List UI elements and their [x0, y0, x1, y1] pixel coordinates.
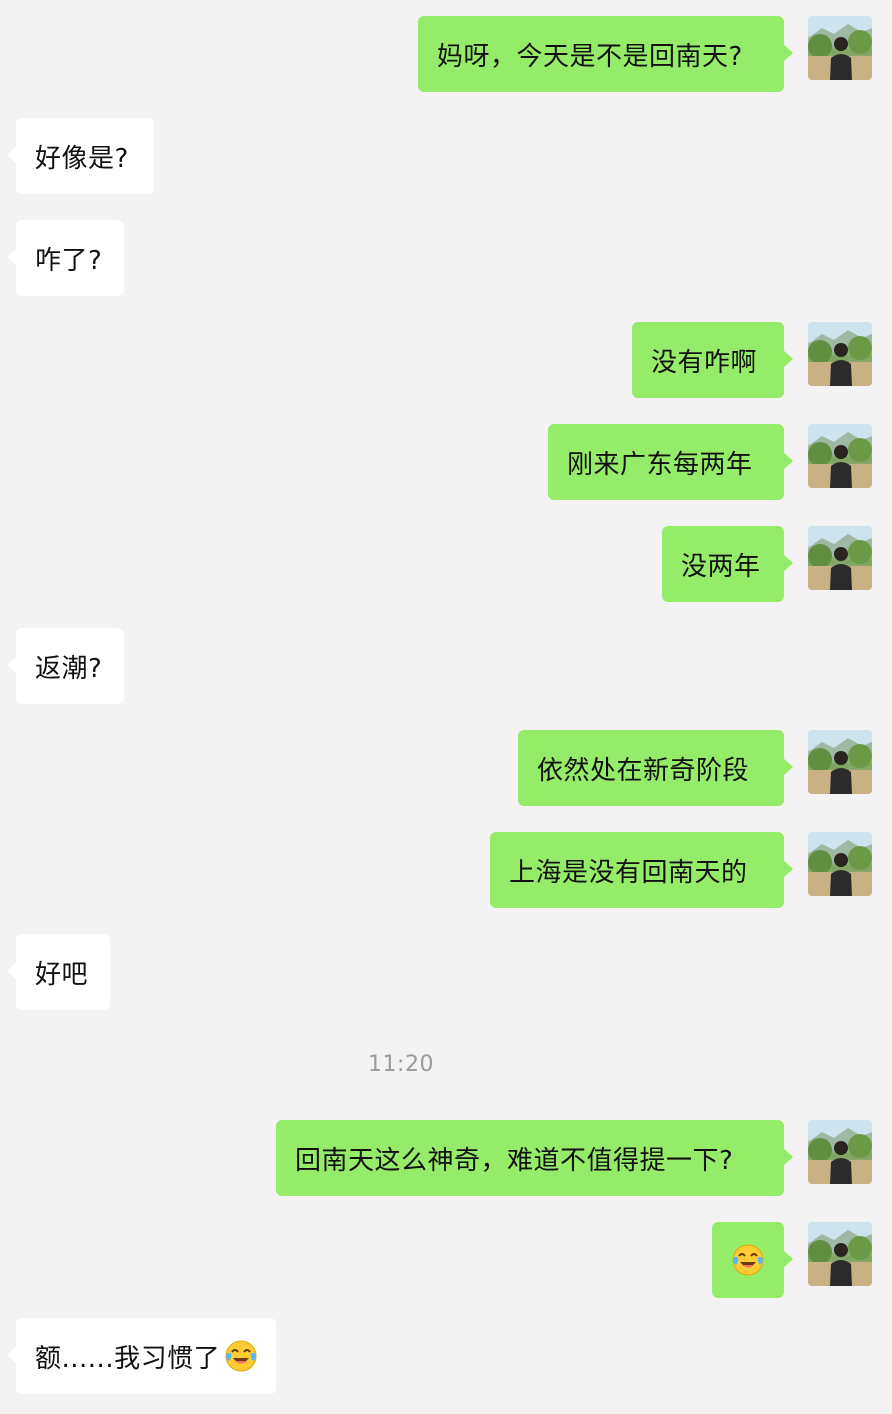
message-row: 刚来广东每两年	[0, 424, 892, 500]
message-text: 上海是没有回南天的	[509, 857, 748, 888]
avatar[interactable]	[808, 832, 872, 896]
avatar-image	[808, 832, 872, 896]
message-text: 额......我习惯了	[35, 1343, 221, 1374]
avatar[interactable]	[808, 730, 872, 794]
message-bubble-sent[interactable]: 没两年	[662, 526, 793, 602]
avatar[interactable]	[808, 1120, 872, 1184]
message-bubble-sent[interactable]: 妈呀，今天是不是回南天?	[418, 16, 793, 92]
avatar-image	[808, 424, 872, 488]
avatar[interactable]	[808, 322, 872, 386]
message-bubble-received[interactable]: 咋了?	[7, 220, 124, 296]
message-bubble-received[interactable]: 额......我习惯了	[7, 1318, 276, 1394]
chat-screen: { "messages": [ {"side": "me", "text": "…	[0, 0, 892, 1414]
message-row: 没有咋啊	[0, 322, 892, 398]
message-bubble-received[interactable]: 好吧	[7, 934, 110, 1010]
avatar[interactable]	[808, 424, 872, 488]
message-text: 妈呀，今天是不是回南天?	[437, 41, 743, 72]
avatar[interactable]	[808, 16, 872, 80]
message-text: 没两年	[681, 551, 761, 582]
message-text: 依然处在新奇阶段	[537, 755, 750, 786]
message-bubble-sent[interactable]: 依然处在新奇阶段	[518, 730, 793, 806]
message-bubble-sent[interactable]: 没有咋啊	[632, 322, 793, 398]
message-text: 刚来广东每两年	[567, 449, 753, 480]
avatar-image	[808, 730, 872, 794]
message-text: 没有咋啊	[651, 347, 758, 378]
avatar-image	[808, 1222, 872, 1286]
avatar-image	[808, 16, 872, 80]
message-row: 依然处在新奇阶段	[0, 730, 892, 806]
avatar-image	[808, 1120, 872, 1184]
message-row: 好像是?	[0, 118, 892, 194]
message-row: 回南天这么神奇，难道不值得提一下?	[0, 1120, 892, 1196]
crying-laughing-emoji-icon	[731, 1243, 765, 1277]
avatar-image	[808, 322, 872, 386]
message-bubble-sent[interactable]: 刚来广东每两年	[548, 424, 793, 500]
timestamp-divider: 11:20	[368, 1052, 434, 1077]
message-text: 咋了?	[35, 245, 103, 276]
message-bubble-sent[interactable]: 上海是没有回南天的	[490, 832, 793, 908]
message-row: 妈呀，今天是不是回南天?	[0, 16, 892, 92]
message-bubble-received[interactable]: 好像是?	[7, 118, 154, 194]
message-text: 好吧	[35, 959, 89, 990]
message-row: 好吧	[0, 934, 892, 1010]
message-bubble-received[interactable]: 返潮?	[7, 628, 124, 704]
message-row: 没两年	[0, 526, 892, 602]
message-text: 回南天这么神奇，难道不值得提一下?	[295, 1145, 734, 1176]
message-row: 咋了?	[0, 220, 892, 296]
message-row: 上海是没有回南天的	[0, 832, 892, 908]
crying-laughing-emoji-icon	[224, 1339, 258, 1373]
message-text: 好像是?	[35, 143, 129, 174]
avatar[interactable]	[808, 1222, 872, 1286]
message-row: 额......我习惯了	[0, 1318, 892, 1394]
message-text: 返潮?	[35, 653, 103, 684]
message-row: 返潮?	[0, 628, 892, 704]
message-bubble-sent[interactable]	[712, 1222, 793, 1298]
avatar-image	[808, 526, 872, 590]
message-bubble-sent[interactable]: 回南天这么神奇，难道不值得提一下?	[276, 1120, 793, 1196]
avatar[interactable]	[808, 526, 872, 590]
message-row	[0, 1222, 892, 1298]
